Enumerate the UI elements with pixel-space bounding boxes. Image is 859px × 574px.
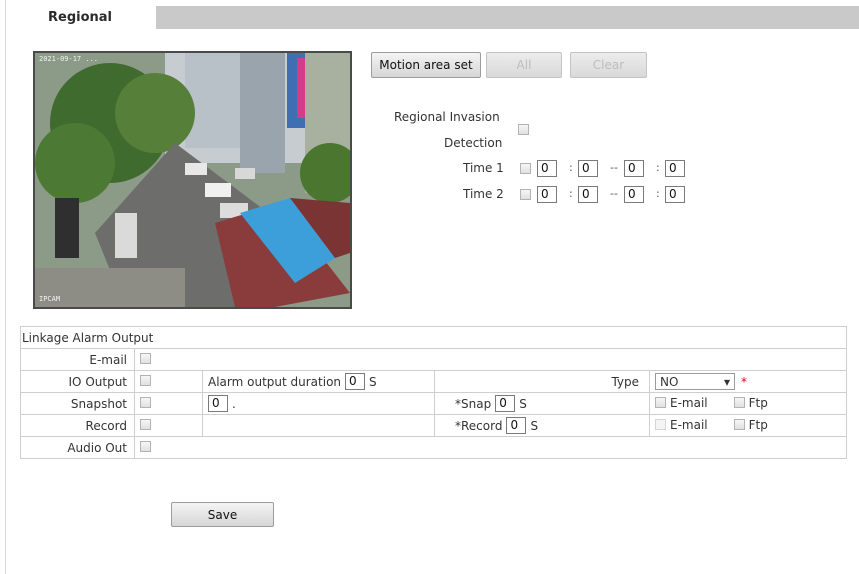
time-2-start-minute-input[interactable]: 0 bbox=[578, 186, 598, 203]
linkage-header: Linkage Alarm Output bbox=[19, 326, 848, 349]
time-separator: : bbox=[569, 187, 573, 200]
snap-interval-label: *Snap bbox=[455, 396, 492, 411]
email-checkbox[interactable] bbox=[140, 352, 151, 364]
snapshot-email-label: E-mail bbox=[670, 395, 708, 410]
table-row: Audio Out bbox=[20, 436, 848, 459]
time-2-label: Time 2 bbox=[463, 187, 504, 201]
type-select-value: NO bbox=[660, 374, 679, 389]
record-ftp-label: Ftp bbox=[748, 417, 768, 432]
time-1-end-hour-input[interactable]: 0 bbox=[624, 160, 644, 177]
tab-regional[interactable]: Regional bbox=[24, 6, 156, 29]
tab-bar-fill bbox=[156, 6, 859, 29]
snapshot-checkbox[interactable] bbox=[140, 396, 151, 408]
time-2-checkbox[interactable] bbox=[520, 189, 531, 200]
time-range-dash: -- bbox=[610, 161, 618, 174]
alarm-duration-input[interactable]: 0 bbox=[345, 373, 366, 390]
snapshot-dot: . bbox=[232, 396, 236, 411]
table-row: Record *Record 0 S E-mail Ftp bbox=[20, 414, 848, 437]
record-duration-label: *Record bbox=[455, 418, 503, 433]
time-separator: : bbox=[656, 187, 660, 200]
time-1-end-minute-input[interactable]: 0 bbox=[665, 160, 685, 177]
audio-out-label: Audio Out bbox=[20, 436, 135, 459]
time-separator: : bbox=[569, 161, 573, 174]
record-email-checkbox[interactable] bbox=[655, 419, 666, 431]
record-duration-input[interactable]: 0 bbox=[506, 417, 527, 434]
io-output-label: IO Output bbox=[20, 370, 135, 393]
detection-label: Detection bbox=[444, 136, 503, 150]
video-timestamp-overlay: 2021-09-17 ... bbox=[39, 55, 99, 63]
chevron-down-icon: ▾ bbox=[723, 374, 730, 389]
record-duration-unit: S bbox=[530, 418, 539, 433]
record-ftp-checkbox[interactable] bbox=[733, 419, 745, 431]
time-1-checkbox[interactable] bbox=[520, 163, 531, 174]
regional-invasion-checkbox[interactable] bbox=[518, 124, 529, 135]
alarm-duration-label: Alarm output duration bbox=[208, 374, 342, 389]
snapshot-ftp-label: Ftp bbox=[748, 395, 768, 410]
audio-out-checkbox[interactable] bbox=[140, 440, 151, 452]
regional-invasion-label: Regional Invasion bbox=[394, 110, 500, 124]
linkage-alarm-table: Linkage Alarm Output E-mail IO Output Al… bbox=[19, 326, 848, 459]
page-left-border bbox=[5, 0, 6, 574]
time-2-end-minute-input[interactable]: 0 bbox=[665, 186, 685, 203]
time-1-start-hour-input[interactable]: 0 bbox=[537, 160, 557, 177]
io-output-checkbox[interactable] bbox=[140, 374, 151, 386]
time-separator: : bbox=[656, 161, 660, 174]
table-row: E-mail bbox=[20, 348, 848, 371]
time-1-label: Time 1 bbox=[463, 161, 504, 175]
select-all-button[interactable]: All bbox=[486, 52, 562, 78]
table-row: Snapshot 0 . *Snap 0 S E-mail Ftp bbox=[20, 392, 848, 415]
type-label: Type bbox=[434, 370, 650, 393]
clear-area-button[interactable]: Clear bbox=[570, 52, 647, 78]
record-checkbox[interactable] bbox=[140, 418, 151, 430]
type-select[interactable]: NO ▾ bbox=[655, 373, 735, 390]
snap-interval-unit: S bbox=[519, 396, 527, 411]
camera-scene-image bbox=[35, 53, 350, 307]
video-channel-overlay: IPCAM bbox=[39, 295, 61, 303]
snap-interval-input[interactable]: 0 bbox=[495, 395, 516, 412]
record-label: Record bbox=[20, 414, 135, 437]
linkage-header-row: Linkage Alarm Output bbox=[19, 326, 848, 349]
snapshot-email-checkbox[interactable] bbox=[655, 397, 666, 409]
alarm-duration-unit: S bbox=[369, 374, 377, 389]
motion-area-set-button[interactable]: Motion area set bbox=[371, 52, 481, 78]
record-email-label: E-mail bbox=[670, 417, 708, 432]
time-2-start-hour-input[interactable]: 0 bbox=[537, 186, 557, 203]
time-2-end-hour-input[interactable]: 0 bbox=[624, 186, 644, 203]
time-1-start-minute-input[interactable]: 0 bbox=[578, 160, 598, 177]
email-label: E-mail bbox=[20, 348, 135, 371]
snapshot-label: Snapshot bbox=[20, 392, 135, 415]
save-button[interactable]: Save bbox=[171, 502, 274, 527]
video-preview[interactable]: 2021-09-17 ... IPCAM bbox=[33, 51, 352, 309]
tab-bar: Regional bbox=[24, 6, 859, 29]
time-range-dash: -- bbox=[610, 187, 618, 200]
required-asterisk: * bbox=[741, 374, 747, 389]
snapshot-count-input[interactable]: 0 bbox=[208, 395, 228, 412]
table-row: IO Output Alarm output duration 0 S Type… bbox=[20, 370, 848, 393]
snapshot-ftp-checkbox[interactable] bbox=[733, 397, 745, 409]
